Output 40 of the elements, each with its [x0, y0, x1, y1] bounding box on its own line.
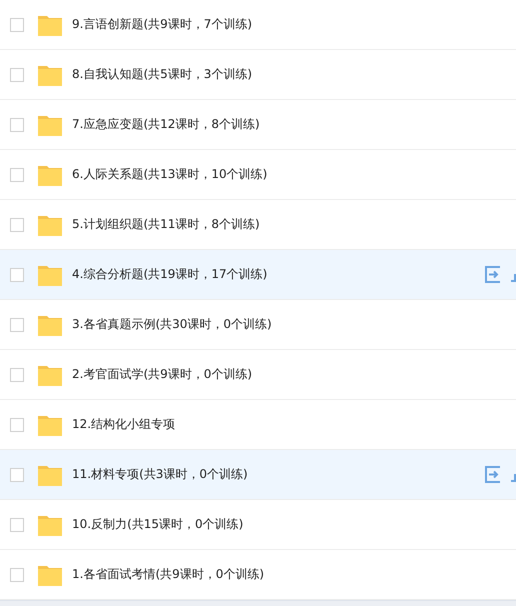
move-icon[interactable]	[485, 466, 502, 483]
folder-icon	[38, 264, 62, 286]
checkbox[interactable]	[10, 368, 24, 382]
folder-title[interactable]: 10.反制力(共15课时，0个训练)	[72, 516, 244, 533]
checkbox[interactable]	[10, 268, 24, 282]
folder-icon	[38, 414, 62, 436]
folder-title[interactable]: 2.考官面试学(共9课时，0个训练)	[72, 366, 252, 383]
folder-title[interactable]: 11.材料专项(共3课时，0个训练)	[72, 466, 248, 483]
folder-title[interactable]: 4.综合分析题(共19课时，17个训练)	[72, 266, 268, 283]
checkbox[interactable]	[10, 468, 24, 482]
checkbox[interactable]	[10, 418, 24, 432]
folder-icon	[38, 364, 62, 386]
checkbox[interactable]	[10, 168, 24, 182]
move-icon[interactable]	[485, 266, 502, 283]
folder-icon	[38, 564, 62, 586]
folder-row[interactable]: 4.综合分析题(共19课时，17个训练)	[0, 250, 516, 300]
folder-icon	[38, 464, 62, 486]
folder-icon	[38, 64, 62, 86]
checkbox[interactable]	[10, 68, 24, 82]
folder-title[interactable]: 5.计划组织题(共11课时，8个训练)	[72, 216, 260, 233]
folder-icon	[38, 514, 62, 536]
checkbox[interactable]	[10, 218, 24, 232]
folder-title[interactable]: 6.人际关系题(共13课时，10个训练)	[72, 166, 268, 183]
checkbox[interactable]	[10, 18, 24, 32]
folder-icon	[38, 14, 62, 36]
checkbox[interactable]	[10, 318, 24, 332]
folder-icon	[38, 164, 62, 186]
checkbox[interactable]	[10, 568, 24, 582]
checkbox[interactable]	[10, 518, 24, 532]
folder-title[interactable]: 3.各省真题示例(共30课时，0个训练)	[72, 316, 272, 333]
folder-title[interactable]: 9.言语创新题(共9课时，7个训练)	[72, 16, 252, 33]
folder-title[interactable]: 7.应急应变题(共12课时，8个训练)	[72, 116, 260, 133]
folder-row[interactable]: 11.材料专项(共3课时，0个训练)	[0, 450, 516, 500]
folder-icon	[38, 314, 62, 336]
folder-icon	[38, 214, 62, 236]
folder-title[interactable]: 1.各省面试考情(共9课时，0个训练)	[72, 566, 264, 583]
checkbox[interactable]	[10, 118, 24, 132]
folder-title[interactable]: 8.自我认知题(共5课时，3个训练)	[72, 66, 252, 83]
folder-icon	[38, 114, 62, 136]
folder-title[interactable]: 12.结构化小组专项	[72, 416, 176, 433]
